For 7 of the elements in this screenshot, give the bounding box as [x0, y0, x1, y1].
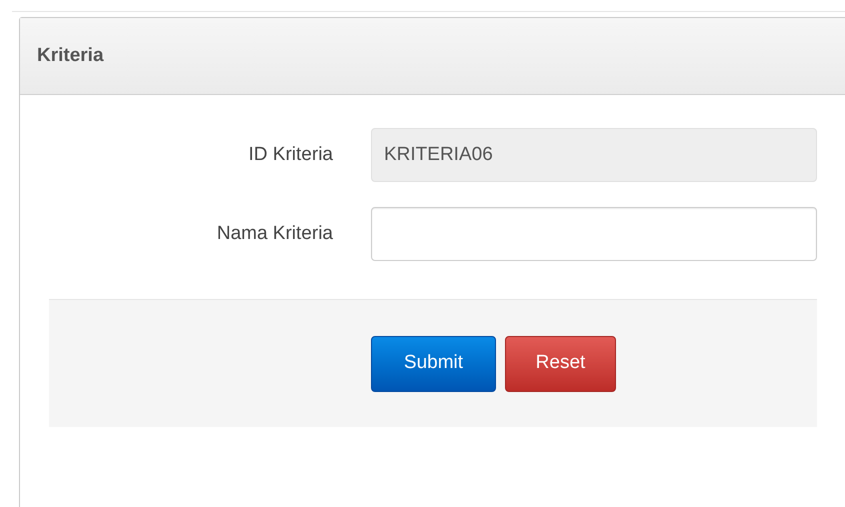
input-field[interactable] [371, 207, 817, 261]
panel-title: Kriteria [37, 44, 104, 68]
submit-button[interactable]: Submit [371, 336, 496, 392]
reset-button[interactable]: Reset [505, 336, 616, 392]
field-label: ID Kriteria [248, 142, 333, 167]
input-field[interactable]: KRITERIA06 [371, 128, 817, 182]
field-label: Nama Kriteria [216, 222, 333, 246]
